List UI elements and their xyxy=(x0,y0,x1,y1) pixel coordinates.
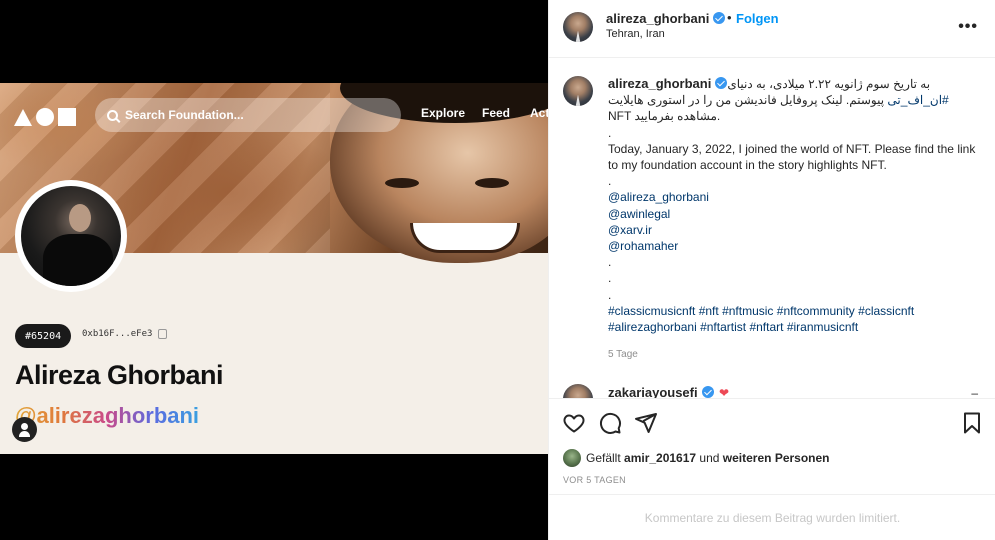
likes-prefix: Gefällt xyxy=(586,451,625,465)
more-options-icon[interactable]: ••• xyxy=(958,18,978,36)
search-icon xyxy=(107,109,118,121)
post-media[interactable]: Search Foundation... Explore Feed Act #6… xyxy=(0,0,548,540)
token-badge: #65204 xyxy=(15,324,72,348)
portrait-eye-right xyxy=(475,178,509,188)
caption-fa-text-2: پیوستم. لینک پروفایل فاندیشن من را در اس… xyxy=(608,93,888,108)
share-icon[interactable] xyxy=(634,411,658,435)
hashtag-link[interactable]: #iranmusicnft xyxy=(787,320,858,334)
post-header: alireza_ghorbani • Folgen Tehran, Iran •… xyxy=(549,0,995,58)
location-link[interactable]: Tehran, Iran xyxy=(606,28,665,40)
header-separator: • xyxy=(727,10,732,25)
caption-username[interactable]: alireza_ghorbani xyxy=(608,76,728,92)
author-username[interactable]: alireza_ghorbani xyxy=(606,11,726,26)
caption-english-text: Today, January 3, 2022, I joined the wor… xyxy=(608,141,976,173)
hashtag-link[interactable]: #nftart xyxy=(749,320,783,334)
commenter-username-text[interactable]: zakariayousefi xyxy=(608,385,698,398)
post-photo: Search Foundation... Explore Feed Act #6… xyxy=(0,83,548,454)
hashtag-link[interactable]: #nftcommunity xyxy=(777,304,855,318)
mention-link[interactable]: @alireza_ghorbani xyxy=(608,189,978,205)
likes-summary: Gefällt amir_201617 und weiteren Persone… xyxy=(563,449,830,467)
comments-limited-notice: Kommentare zu diesem Beitrag wurden limi… xyxy=(549,494,995,540)
hashtag-link[interactable]: #classicnft xyxy=(858,304,914,318)
caption-age: 5 Tage xyxy=(608,349,638,360)
tagged-people-icon[interactable] xyxy=(12,417,37,442)
caption-dot: . xyxy=(608,255,612,270)
foundation-nav-activity: Act xyxy=(530,106,548,120)
commenter-username[interactable]: zakariayousefi xyxy=(608,385,714,398)
post-caption: alireza_ghorbani به تاریخ سوم ژانویه ۲.۲… xyxy=(608,76,978,335)
foundation-nav-feed: Feed xyxy=(482,106,511,120)
caption-fa-text-1: به تاریخ سوم ژانویه ۲.۲۲ میلادی، به دنیا… xyxy=(727,77,931,91)
foundation-search: Search Foundation... xyxy=(95,98,401,132)
action-bar xyxy=(549,398,995,445)
caption-author-avatar[interactable] xyxy=(563,76,593,106)
caption-dot: . xyxy=(608,271,612,286)
caption-dot: . xyxy=(608,125,612,140)
foundation-avatar xyxy=(15,180,127,292)
mention-link[interactable]: @awinlegal xyxy=(608,206,978,222)
mention-link[interactable]: @xarv.ir xyxy=(608,222,978,238)
foundation-search-placeholder: Search Foundation... xyxy=(125,108,244,122)
wallet-address: 0xb16F...eFe3 xyxy=(82,329,168,339)
verified-icon xyxy=(701,386,714,398)
comment-more-icon[interactable]: – xyxy=(971,386,978,398)
foundation-profile-handle: @alirezaghorbani xyxy=(15,403,200,428)
liker-avatar[interactable] xyxy=(563,449,581,467)
author-avatar[interactable] xyxy=(563,12,593,42)
portrait-smile xyxy=(410,223,520,253)
post-timestamp[interactable]: VOR 5 TAGEN xyxy=(563,475,626,485)
verified-icon xyxy=(715,77,728,89)
foundation-profile-name: Alireza Ghorbani xyxy=(15,360,224,390)
wallet-address-text: 0xb16F...eFe3 xyxy=(82,329,153,339)
mention-link[interactable]: @rohamaher xyxy=(608,238,978,254)
hashtag-nft-fa[interactable]: #ان_اف_تی xyxy=(887,93,948,107)
author-username-text[interactable]: alireza_ghorbani xyxy=(606,11,709,26)
hashtag-link[interactable]: #nft xyxy=(699,304,719,318)
hashtag-link[interactable]: #classicmusicnft xyxy=(608,304,695,318)
post-side-panel: alireza_ghorbani • Folgen Tehran, Iran •… xyxy=(548,0,995,540)
hashtag-link[interactable]: #nftmusic xyxy=(722,304,773,318)
caption-dot: . xyxy=(608,287,612,302)
hashtag-link[interactable]: #alirezaghorbani xyxy=(608,320,697,334)
caption-line-fa-2: #ان_اف_تی پیوستم. لینک پروفایل فاندیشن م… xyxy=(608,92,978,108)
copy-icon xyxy=(158,329,168,339)
foundation-nav-explore: Explore xyxy=(421,106,466,120)
comment-icon[interactable] xyxy=(598,411,622,435)
portrait-eye-left xyxy=(385,178,419,188)
commenter-avatar[interactable] xyxy=(563,384,593,398)
foundation-logo xyxy=(14,108,76,126)
likes-text: Gefällt amir_201617 und weiteren Persone… xyxy=(586,451,830,465)
caption-line-fa-3: NFT مشاهده بفرمایید. xyxy=(608,109,721,124)
other-likers-link[interactable]: weiteren Personen xyxy=(723,451,830,465)
verified-icon xyxy=(713,12,726,24)
bookmark-icon[interactable] xyxy=(960,411,984,435)
likes-middle: und xyxy=(696,451,723,465)
comments-list[interactable]: alireza_ghorbani به تاریخ سوم ژانویه ۲.۲… xyxy=(549,58,995,398)
heart-emoji: ❤ xyxy=(718,386,730,398)
caption-line-fa-1: alireza_ghorbani به تاریخ سوم ژانویه ۲.۲… xyxy=(608,76,978,92)
hashtag-link[interactable]: #nftartist xyxy=(700,320,746,334)
like-heart-icon[interactable] xyxy=(562,411,586,435)
liker-username[interactable]: amir_201617 xyxy=(624,451,696,465)
follow-button[interactable]: Folgen xyxy=(736,11,779,26)
hashtag-line-1: #classicmusicnft #nft #nftmusic #nftcomm… xyxy=(608,303,978,319)
caption-dot: . xyxy=(608,174,612,189)
comment-item: zakariayousefi ❤ xyxy=(608,385,729,398)
caption-username-text[interactable]: alireza_ghorbani xyxy=(608,76,711,91)
hashtag-line-2: #alirezaghorbani #nftartist #nftart #ira… xyxy=(608,319,978,335)
